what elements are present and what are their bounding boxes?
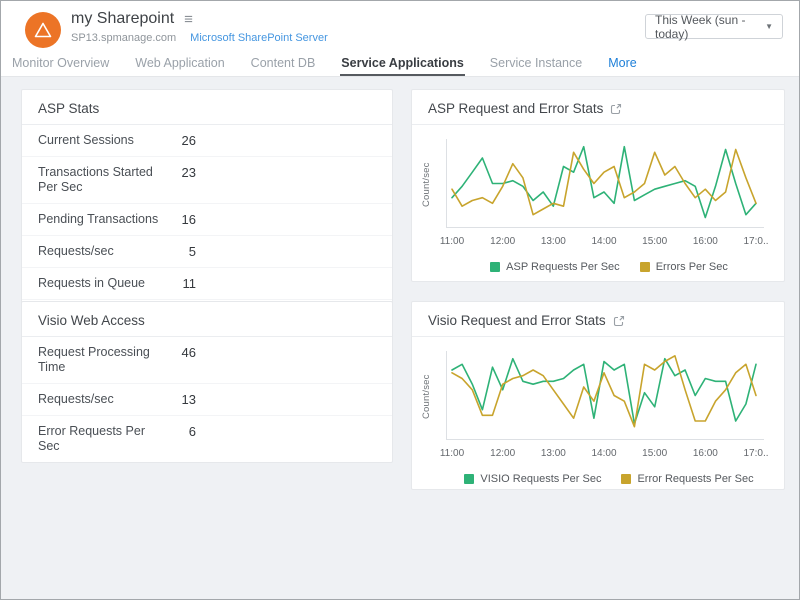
- stat-row: Error Requests Per Sec6: [22, 416, 392, 462]
- stat-value: 26: [162, 129, 196, 152]
- legend-item[interactable]: Error Requests Per Sec: [621, 473, 753, 485]
- stat-row: Request Processing Time46: [22, 337, 392, 384]
- tab-content-db[interactable]: Content DB: [250, 49, 317, 76]
- stat-row: Requests/sec5: [22, 236, 392, 268]
- x-tick-label: 11:00: [434, 448, 470, 459]
- chart-plot-area: [446, 347, 772, 446]
- visio-stats-panel: Visio Web Access Request Processing Time…: [21, 301, 393, 463]
- monitor-type-link[interactable]: Microsoft SharePoint Server: [190, 32, 328, 44]
- x-axis-ticks: 11:0012:0013:0014:0015:0016:0017:0..: [446, 234, 772, 249]
- legend-item[interactable]: ASP Requests Per Sec: [490, 261, 620, 273]
- chart-legend: ASP Requests Per Sec Errors Per Sec: [446, 261, 772, 273]
- panel-title: Visio Web Access: [22, 302, 392, 337]
- x-tick-label: 17:0..: [738, 448, 774, 459]
- chart-plot: [446, 135, 764, 229]
- x-tick-label: 13:00: [535, 236, 571, 247]
- chart-plot-area: [446, 135, 772, 234]
- legend-label: VISIO Requests Per Sec: [480, 473, 601, 485]
- legend-swatch: [490, 262, 500, 272]
- tab-service-instance[interactable]: Service Instance: [489, 49, 583, 76]
- stat-value: 11: [162, 272, 196, 295]
- stat-label: Request Processing Time: [38, 341, 162, 379]
- tab-more[interactable]: More: [607, 49, 637, 76]
- stat-value: 5: [162, 240, 196, 263]
- tab-web-application[interactable]: Web Application: [134, 49, 225, 76]
- x-tick-label: 13:00: [535, 448, 571, 459]
- stat-value: 16: [162, 208, 196, 231]
- header: my Sharepoint ≡ SP13.spmanage.com Micros…: [1, 1, 799, 49]
- chart-title: Visio Request and Error Stats: [428, 313, 606, 328]
- series-line: [452, 359, 756, 424]
- stat-row: Pending Transactions16: [22, 204, 392, 236]
- series-line: [452, 147, 756, 218]
- stat-value: 46: [162, 341, 196, 364]
- x-tick-label: 12:00: [485, 236, 521, 247]
- y-axis-label: Count/sec: [421, 162, 432, 207]
- stat-label: Transactions Started Per Sec: [38, 161, 162, 199]
- chart-title: ASP Request and Error Stats: [428, 101, 603, 116]
- monitor-status-icon: [25, 12, 61, 48]
- stat-label: Requests/sec: [38, 240, 162, 263]
- y-axis-label: Count/sec: [421, 374, 432, 419]
- stat-label: Requests in Queue: [38, 272, 162, 295]
- legend-item[interactable]: VISIO Requests Per Sec: [464, 473, 601, 485]
- x-tick-label: 17:0..: [738, 236, 774, 247]
- visio-chart-panel: Visio Request and Error Stats Count/sec …: [411, 301, 785, 490]
- chart-legend: VISIO Requests Per Sec Error Requests Per…: [446, 473, 772, 485]
- x-tick-label: 14:00: [586, 448, 622, 459]
- chart-plot: [446, 347, 764, 441]
- time-range-value: This Week (sun - today): [655, 13, 765, 41]
- external-link-icon[interactable]: [610, 103, 622, 115]
- legend-label: Error Requests Per Sec: [637, 473, 753, 485]
- tab-monitor-overview[interactable]: Monitor Overview: [11, 49, 110, 76]
- x-tick-label: 11:00: [434, 236, 470, 247]
- caret-down-icon: ▼: [765, 22, 773, 31]
- legend-item[interactable]: Errors Per Sec: [640, 261, 728, 273]
- stat-value: 13: [162, 388, 196, 411]
- stat-row: Transactions Started Per Sec23: [22, 157, 392, 204]
- stat-row: Requests in Queue11: [22, 268, 392, 300]
- tab-bar: Monitor Overview Web Application Content D…: [1, 49, 799, 77]
- x-tick-label: 12:00: [485, 448, 521, 459]
- asp-chart-panel: ASP Request and Error Stats Count/sec 11…: [411, 89, 785, 282]
- stat-value: 23: [162, 161, 196, 184]
- content-area: ASP Stats Current Sessions26Transactions…: [1, 77, 799, 599]
- hamburger-menu-icon[interactable]: ≡: [184, 12, 193, 27]
- x-tick-label: 15:00: [637, 448, 673, 459]
- monitor-host: SP13.spmanage.com: [71, 32, 176, 44]
- series-line: [452, 150, 756, 215]
- stat-label: Error Requests Per Sec: [38, 420, 162, 458]
- x-axis-ticks: 11:0012:0013:0014:0015:0016:0017:0..: [446, 446, 772, 461]
- stat-row: Current Sessions26: [22, 125, 392, 157]
- x-tick-label: 14:00: [586, 236, 622, 247]
- panel-title: ASP Stats: [22, 90, 392, 125]
- external-link-icon[interactable]: [613, 315, 625, 327]
- legend-label: ASP Requests Per Sec: [506, 261, 620, 273]
- page-title: my Sharepoint: [71, 10, 174, 28]
- legend-swatch: [640, 262, 650, 272]
- stat-value: 6: [162, 420, 196, 443]
- legend-swatch: [464, 474, 474, 484]
- app-window: my Sharepoint ≡ SP13.spmanage.com Micros…: [0, 0, 800, 600]
- x-tick-label: 15:00: [637, 236, 673, 247]
- tab-service-applications[interactable]: Service Applications: [340, 49, 465, 76]
- x-tick-label: 16:00: [687, 236, 723, 247]
- time-range-dropdown[interactable]: This Week (sun - today) ▼: [645, 14, 783, 39]
- stat-label: Current Sessions: [38, 129, 162, 152]
- monitor-title-block: my Sharepoint ≡ SP13.spmanage.com Micros…: [71, 10, 328, 44]
- stat-label: Requests/sec: [38, 388, 162, 411]
- stat-label: Pending Transactions: [38, 208, 162, 231]
- x-tick-label: 16:00: [687, 448, 723, 459]
- legend-label: Errors Per Sec: [656, 261, 728, 273]
- legend-swatch: [621, 474, 631, 484]
- series-line: [452, 356, 756, 427]
- stat-row: Requests/sec13: [22, 384, 392, 416]
